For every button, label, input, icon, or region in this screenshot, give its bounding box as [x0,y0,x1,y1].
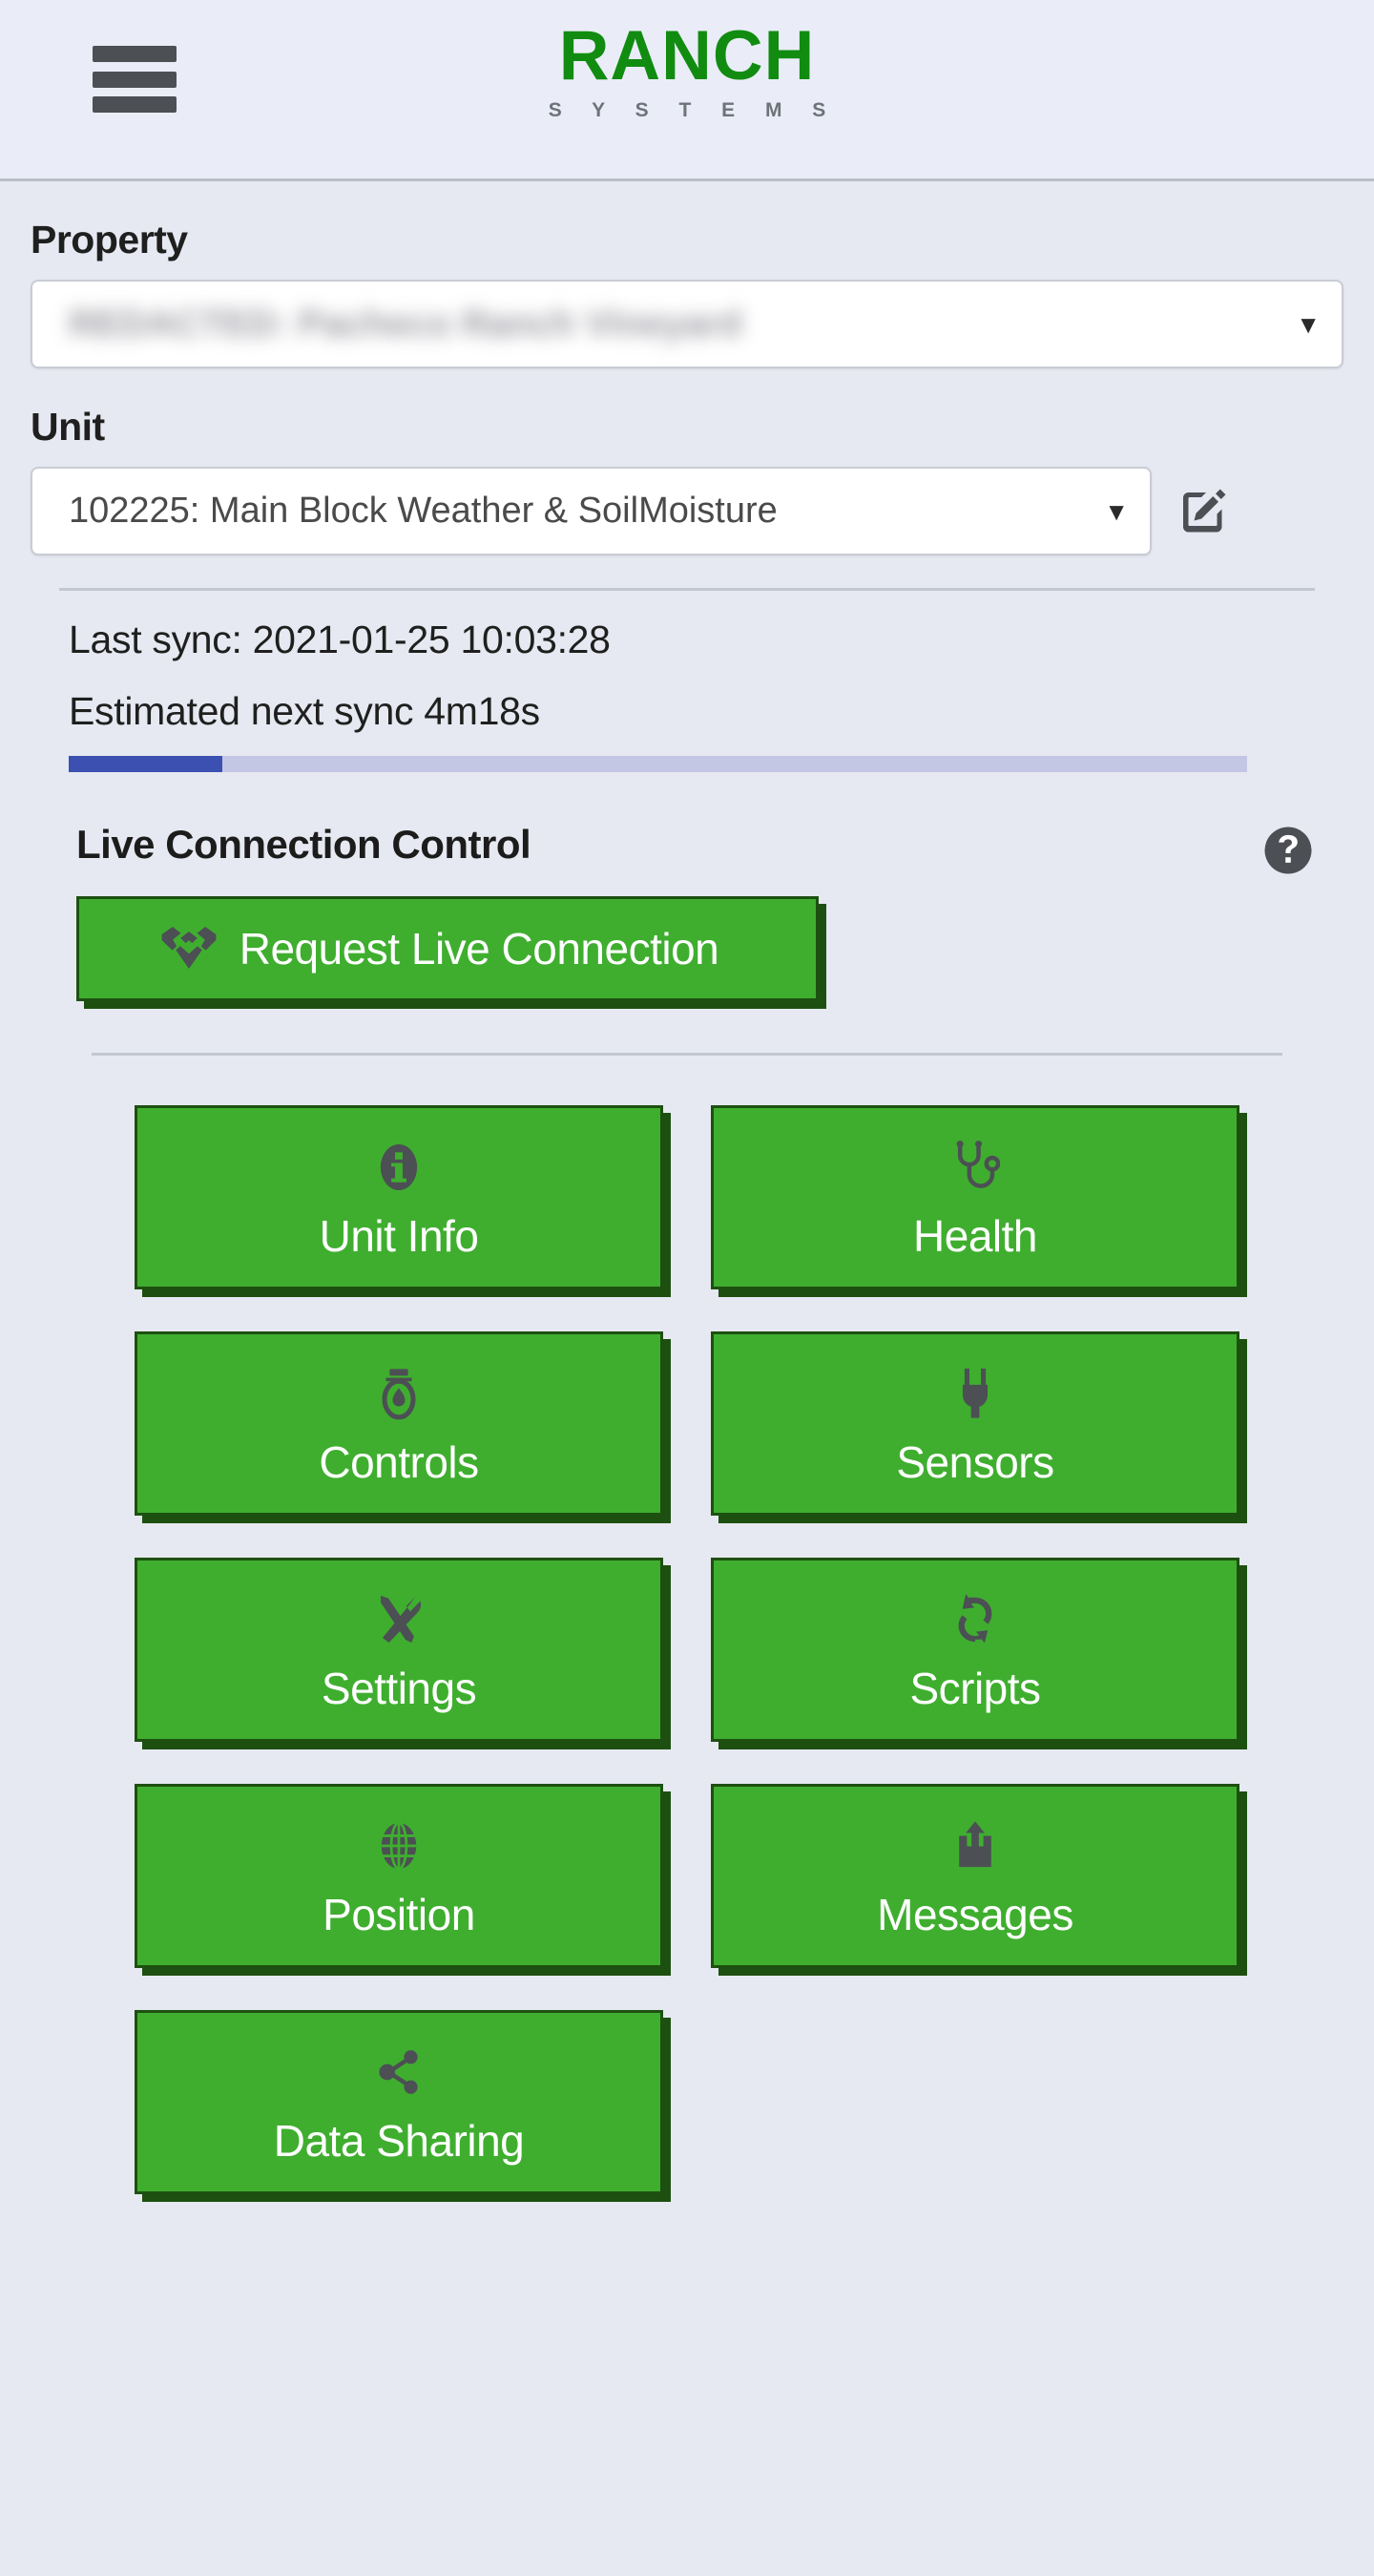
globe-icon [376,1816,422,1875]
section-divider-top [59,588,1315,591]
sync-progress-bar [69,756,1247,772]
last-sync-text: Last sync: 2021-01-25 10:03:28 [69,618,611,661]
wrench-screwdriver-icon [373,1590,425,1649]
section-divider-menu [92,1053,1282,1056]
unit-info-label: Unit Info [319,1210,479,1261]
hamburger-bar [93,46,177,62]
messages-button[interactable]: Messages [711,1784,1239,1968]
unit-info-button[interactable]: Unit Info [135,1105,663,1289]
hamburger-bar [93,71,177,88]
data-sharing-label: Data Sharing [273,2115,525,2166]
power-plug-icon [956,1364,994,1423]
sync-status-block: Last sync: 2021-01-25 10:03:28 Estimated… [31,618,1343,772]
unit-label: Unit [31,405,105,449]
property-selected-value: REDACTED: Pacheco Ranch Vineyard [69,303,742,345]
position-label: Position [323,1889,475,1939]
chevron-down-icon: ▼ [1104,496,1129,526]
brand-wordmark: RANCH [558,17,816,94]
sensors-label: Sensors [896,1436,1054,1487]
controls-label: Controls [319,1436,479,1487]
controls-button[interactable]: Controls [135,1331,663,1516]
sensors-button[interactable]: Sensors [711,1331,1239,1516]
share-nodes-icon [375,2042,423,2102]
help-question-icon[interactable] [1261,824,1315,877]
property-row: REDACTED: Pacheco Ranch Vineyard ▼ [31,280,1343,368]
inbox-upload-icon [952,1816,998,1875]
scripts-label: Scripts [909,1663,1041,1713]
messages-label: Messages [877,1889,1073,1939]
settings-label: Settings [321,1663,477,1713]
brand-subtitle: S Y S T E M S [548,99,839,121]
main-content: Property REDACTED: Pacheco Ranch Vineyar… [0,218,1374,2194]
valve-icon [378,1364,420,1423]
sync-progress-fill [69,756,222,772]
settings-button[interactable]: Settings [135,1558,663,1742]
request-live-connection-label: Request Live Connection [239,924,719,974]
request-live-connection-button[interactable]: Request Live Connection [76,896,819,1001]
next-sync-text: Estimated next sync 4m18s [69,689,540,733]
scripts-button[interactable]: Scripts [711,1558,1239,1742]
property-select[interactable]: REDACTED: Pacheco Ranch Vineyard ▼ [31,280,1343,368]
feature-button-grid: Unit Info Health Controls Sensors Settin… [31,1105,1343,2194]
unit-selected-value: 102225: Main Block Weather & SoilMoistur… [69,491,778,531]
hamburger-bar [93,96,177,113]
handshake-icon [159,922,219,976]
property-label: Property [31,218,188,262]
stethoscope-icon [950,1138,1000,1197]
position-button[interactable]: Position [135,1784,663,1968]
refresh-cycle-icon [951,1590,999,1649]
live-connection-title: Live Connection Control [76,822,531,867]
brand-logo: RANCH S Y S T E M S [0,21,1374,122]
hamburger-menu-icon[interactable] [93,46,177,113]
chevron-down-icon: ▼ [1296,309,1321,339]
unit-row: 102225: Main Block Weather & SoilMoistur… [31,467,1343,555]
health-label: Health [913,1210,1037,1261]
edit-pencil-icon[interactable] [1173,481,1234,542]
info-circle-icon [376,1138,422,1197]
data-sharing-button[interactable]: Data Sharing [135,2010,663,2194]
app-header: RANCH S Y S T E M S [0,0,1374,181]
unit-select[interactable]: 102225: Main Block Weather & SoilMoistur… [31,467,1152,555]
live-connection-section: Live Connection Control Request Live Con… [31,822,1343,1001]
health-button[interactable]: Health [711,1105,1239,1289]
